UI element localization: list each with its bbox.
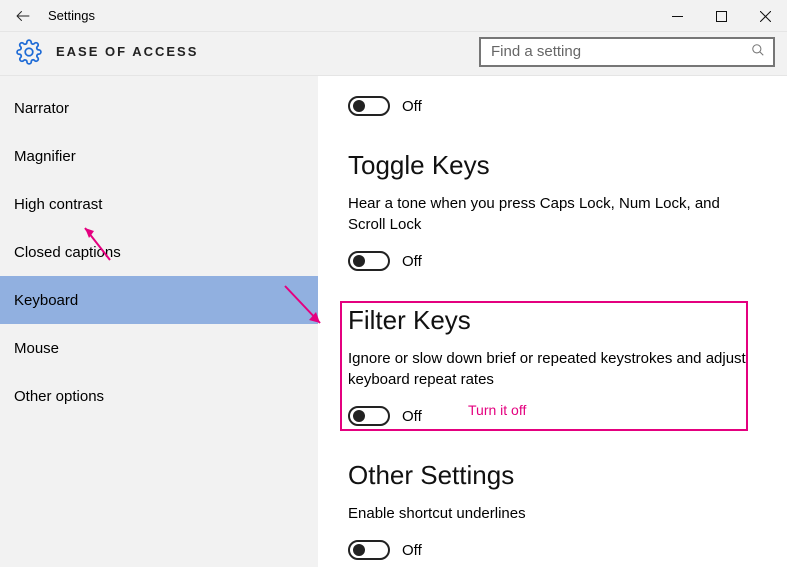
minimize-button[interactable] — [655, 0, 699, 32]
back-arrow-icon — [14, 7, 32, 25]
maximize-icon — [716, 11, 727, 22]
sidebar-item-label: High contrast — [14, 196, 102, 213]
shortcut-underlines-switch[interactable] — [348, 540, 390, 560]
annotation-text: Turn it off — [468, 402, 526, 418]
sidebar-item-label: Closed captions — [14, 244, 121, 261]
close-button[interactable] — [743, 0, 787, 32]
filter-keys-state-label: Off — [402, 408, 422, 425]
heading-filter-keys: Filter Keys — [348, 305, 761, 336]
sidebar-item-closed-captions[interactable]: Closed captions — [0, 228, 318, 276]
heading-toggle-keys: Toggle Keys — [348, 150, 761, 181]
maximize-button[interactable] — [699, 0, 743, 32]
filter-keys-switch[interactable] — [348, 406, 390, 426]
toggle-row-toggle-keys: Off — [348, 247, 761, 275]
minimize-icon — [672, 11, 683, 22]
close-icon — [760, 11, 771, 22]
sidebar-item-label: Keyboard — [14, 292, 78, 309]
toggle-row-other-settings: Off — [348, 536, 761, 564]
toggle-state-label: Off — [402, 98, 422, 115]
window-controls — [655, 0, 787, 32]
header-bar: EASE OF ACCESS — [0, 32, 787, 76]
shortcut-underlines-state-label: Off — [402, 542, 422, 559]
sidebar-item-label: Other options — [14, 388, 104, 405]
toggle-keys-desc: Hear a tone when you press Caps Lock, Nu… — [348, 193, 761, 235]
sidebar-item-label: Magnifier — [14, 148, 76, 165]
sidebar-item-high-contrast[interactable]: High contrast — [0, 180, 318, 228]
sidebar-item-magnifier[interactable]: Magnifier — [0, 132, 318, 180]
back-button[interactable] — [0, 0, 46, 32]
sidebar-item-keyboard[interactable]: Keyboard — [0, 276, 318, 324]
window-title: Settings — [46, 8, 95, 23]
toggle-row-filter-keys: Off Turn it off — [348, 402, 761, 430]
section-title: EASE OF ACCESS — [56, 44, 198, 59]
sidebar-item-label: Narrator — [14, 100, 69, 117]
sidebar-item-narrator[interactable]: Narrator — [0, 84, 318, 132]
sidebar-item-other-options[interactable]: Other options — [0, 372, 318, 420]
search-box[interactable] — [479, 37, 775, 67]
sidebar-item-mouse[interactable]: Mouse — [0, 324, 318, 372]
content-pane: Off Toggle Keys Hear a tone when you pre… — [318, 76, 787, 567]
filter-keys-desc: Ignore or slow down brief or repeated ke… — [348, 348, 761, 390]
sidebar-item-label: Mouse — [14, 340, 59, 357]
toggle-keys-state-label: Off — [402, 253, 422, 270]
toggle-switch[interactable] — [348, 96, 390, 116]
heading-other-settings: Other Settings — [348, 460, 761, 491]
title-bar: Settings — [0, 0, 787, 32]
search-input[interactable] — [489, 42, 751, 61]
toggle-keys-switch[interactable] — [348, 251, 390, 271]
other-settings-desc: Enable shortcut underlines — [348, 503, 761, 524]
search-icon — [751, 43, 765, 60]
toggle-row: Off — [348, 92, 761, 120]
sidebar: Narrator Magnifier High contrast Closed … — [0, 76, 318, 567]
gear-icon — [16, 39, 42, 65]
